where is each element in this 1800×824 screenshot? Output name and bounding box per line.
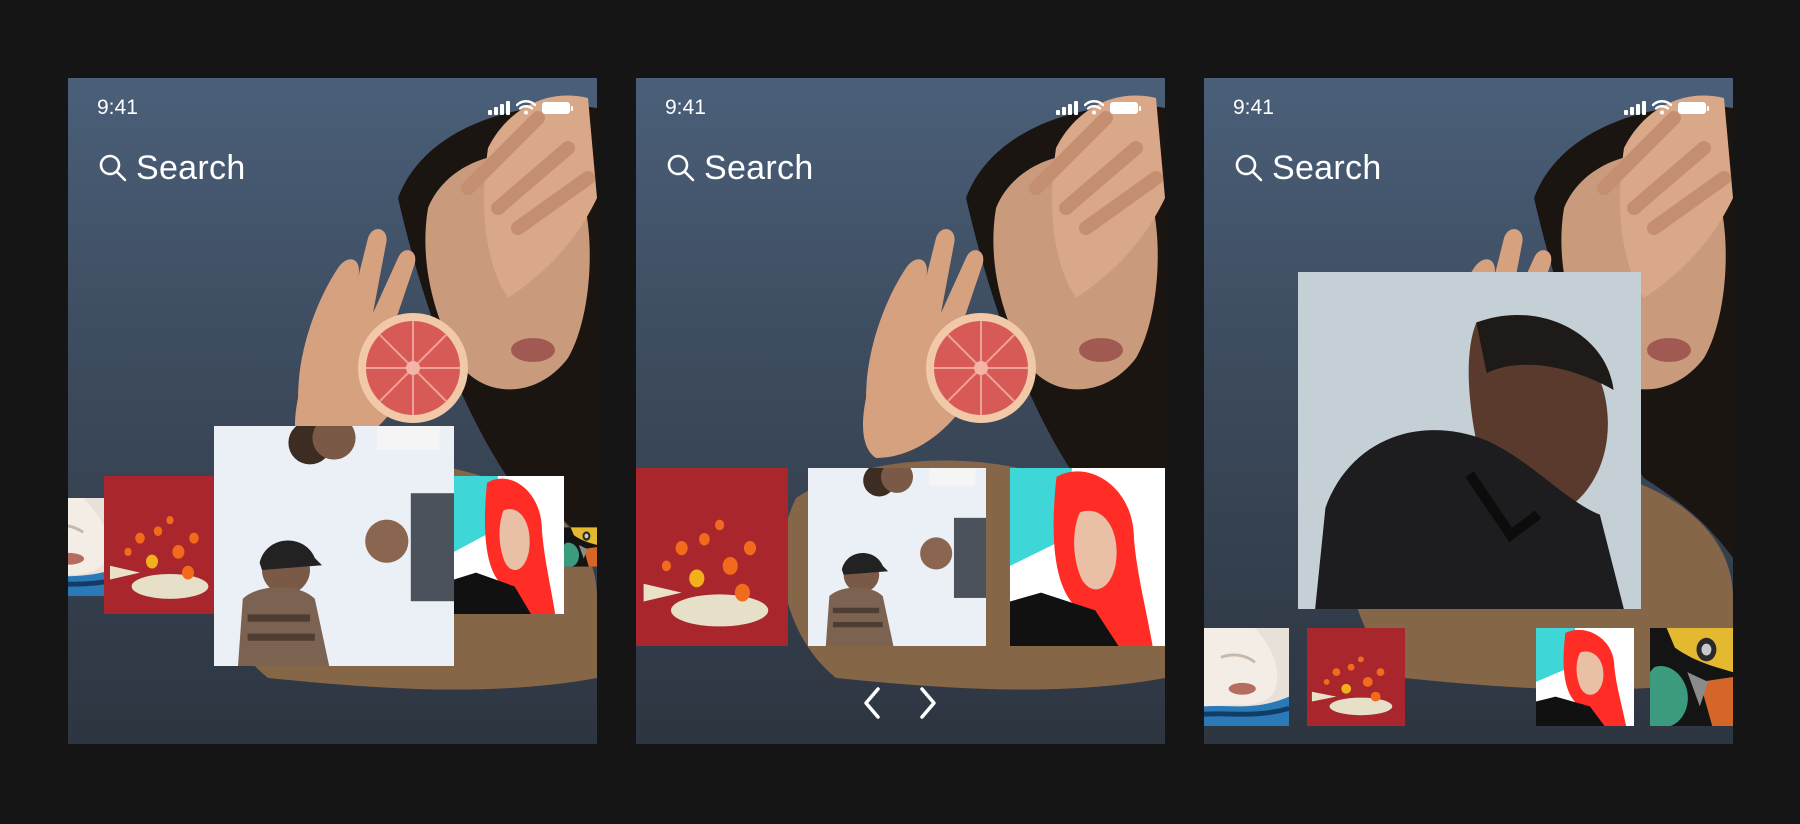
phone-screen: 9:41 Search [636,78,1165,744]
wifi-icon [1652,100,1672,115]
status-icons [1624,100,1709,115]
next-button[interactable] [911,681,945,725]
phone-screen: 9:41 Search [68,78,597,744]
battery-icon [1110,101,1141,114]
carousel-image-oranges[interactable] [636,468,788,646]
status-time: 9:41 [665,96,706,119]
chevron-right-icon [920,687,936,719]
featured-image-portrait[interactable] [1298,272,1641,609]
battery-icon [1678,101,1709,114]
cellular-signal-icon [488,100,510,115]
phone-screen: 9:41 Search [1204,78,1733,744]
cellular-signal-icon [1056,100,1078,115]
status-time: 9:41 [97,96,138,119]
status-bar: 9:41 [636,96,1165,120]
chevron-left-icon [864,687,880,719]
status-bar: 9:41 [1204,96,1733,120]
thumbnail-face[interactable] [1204,628,1289,726]
carousel-image-group[interactable] [214,426,454,666]
status-icons [1056,100,1141,115]
search-label: Search [1272,149,1382,187]
carousel-image-face[interactable] [68,498,108,596]
thumbnail-red-hair[interactable] [1536,628,1634,726]
carousel-image-oranges[interactable] [104,476,224,614]
search-icon [666,153,696,183]
carousel-image-red-hair[interactable] [1010,468,1165,646]
thumbnail-oranges[interactable] [1307,628,1405,726]
battery-icon [542,101,573,114]
carousel-image-group[interactable] [808,468,986,646]
status-icons [488,100,573,115]
cellular-signal-icon [1624,100,1646,115]
search-label: Search [136,149,246,187]
search-bar[interactable]: Search [666,146,814,190]
carousel-image-robot[interactable] [564,498,597,596]
search-bar[interactable]: Search [98,146,246,190]
thumbnail-robot[interactable] [1650,628,1733,726]
status-time: 9:41 [1233,96,1274,119]
search-bar[interactable]: Search [1234,146,1382,190]
search-icon [1234,153,1264,183]
status-bar: 9:41 [68,96,597,120]
carousel-image-red-hair[interactable] [454,476,564,614]
search-icon [98,153,128,183]
wifi-icon [1084,100,1104,115]
wifi-icon [516,100,536,115]
previous-button[interactable] [855,681,889,725]
search-label: Search [704,149,814,187]
